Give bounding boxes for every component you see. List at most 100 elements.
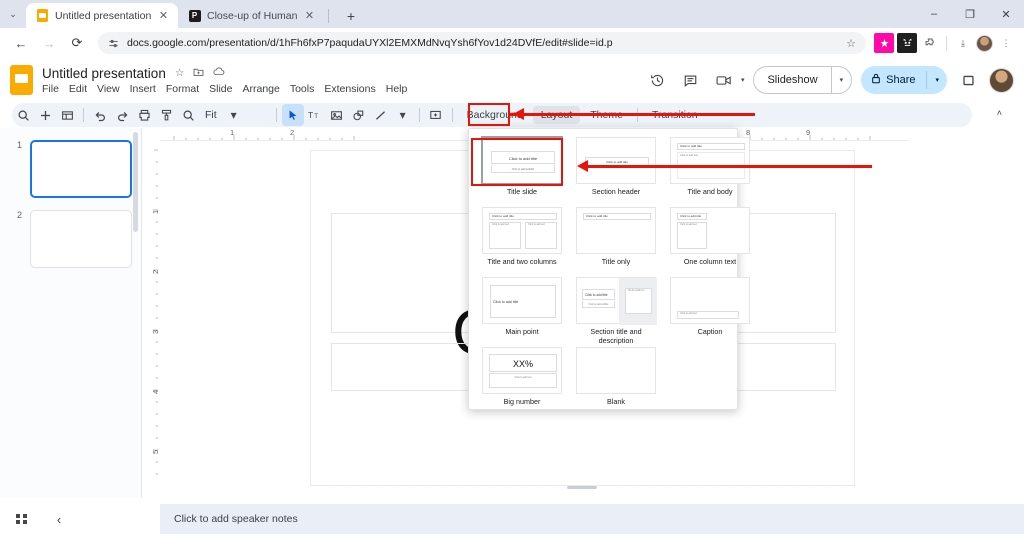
menu-arrange[interactable]: Arrange [242,83,279,95]
select-cursor-icon[interactable] [282,104,304,126]
grid-view-icon[interactable] [16,514,34,524]
menu-help[interactable]: Help [386,83,408,95]
menu-tools[interactable]: Tools [290,83,315,95]
extensions-area: ⤓ ⋮ [874,33,1016,53]
shape-icon[interactable] [348,104,370,126]
close-window-button[interactable]: ✕ [988,0,1024,28]
layout-thumbnail[interactable]: Click to add title [576,207,656,254]
text-box-icon[interactable]: TT [304,104,326,126]
toolbar-divider [419,108,420,122]
document-title[interactable]: Untitled presentation [42,66,166,81]
layout-option-one-column-text[interactable]: Click to add title Click to add text One… [667,207,753,275]
collapse-filmstrip-icon[interactable]: ‹ [50,512,68,527]
slideshow-caret-icon[interactable]: ▾ [832,76,852,84]
extension-pink-icon[interactable] [874,33,894,53]
chrome-menu-icon[interactable]: ⋮ [996,33,1016,53]
cloud-saved-icon [213,67,225,79]
menu-edit[interactable]: Edit [69,83,87,95]
menu-format[interactable]: Format [166,83,199,95]
layout-thumbnail[interactable]: Click to add text [670,277,750,324]
redo-icon[interactable] [111,104,133,126]
tab-title: Untitled presentation - Google [55,10,151,22]
layout-thumbnail[interactable]: Click to add title [482,277,562,324]
line-caret-icon[interactable]: ▾ [392,104,414,126]
slides-app-header: Untitled presentation ☆ File Edit View I [0,58,1024,102]
zoom-level-value[interactable]: Fit [199,104,223,126]
new-tab-button[interactable]: + [339,4,363,28]
layout-thumbnail[interactable]: Click to add title Click to add text [670,137,750,184]
close-icon[interactable]: ✕ [303,9,316,22]
share-button[interactable]: Share ▾ [861,66,947,94]
account-avatar[interactable] [989,68,1014,93]
filmstrip-slide-2[interactable]: 2 [8,210,132,268]
layout-option-title-only[interactable]: Click to add title Title only [573,207,659,275]
omnibox[interactable]: docs.google.com/presentation/d/1hFh6fxP7… [98,32,866,54]
layout-option-caption[interactable]: Click to add text Caption [667,277,753,345]
layout-option-main-point[interactable]: Click to add title Main point [479,277,565,345]
collapse-toolbar-icon[interactable]: ˄ [997,108,1002,118]
layout-thumbnail[interactable]: XX% Click to add text [482,347,562,394]
share-caret-icon[interactable]: ▾ [927,76,947,84]
header-actions: ▾ Slideshow ▾ Share ▾ [646,66,1014,94]
layout-option-title-and-two-columns[interactable]: Click to add title Click to add text Cli… [479,207,565,275]
tab-divider [328,9,329,23]
speaker-notes-field[interactable]: Click to add speaker notes [160,504,1024,534]
zoom-tool-icon[interactable] [177,104,199,126]
layout-thumbnail[interactable] [576,347,656,394]
extension-dark-icon[interactable] [897,33,917,53]
move-to-folder-icon[interactable] [193,67,204,80]
version-history-icon[interactable] [646,68,670,92]
present-mode-icon[interactable] [956,68,980,92]
zoom-caret-icon[interactable]: ▾ [223,104,245,126]
google-meet-icon[interactable] [712,68,736,92]
menu-extensions[interactable]: Extensions [324,83,375,95]
reload-icon[interactable]: ⟳ [64,30,90,56]
slide-filmstrip: 1 2 [0,128,142,498]
bookmark-star-icon[interactable]: ☆ [846,37,856,50]
layout-option-title-slide[interactable]: Click to add title Click to add subtitle… [479,137,565,205]
site-settings-icon[interactable] [108,38,119,49]
notes-resize-handle[interactable] [567,486,597,489]
layout-thumbnail[interactable]: Click to add title [576,137,656,184]
insert-image-icon[interactable] [326,104,348,126]
slide-thumbnail[interactable] [30,140,132,198]
layout-option-title-and-body[interactable]: Click to add title Click to add text Tit… [667,137,753,205]
menu-view[interactable]: View [97,83,120,95]
new-slide-icon[interactable] [34,104,56,126]
browser-tab-pexels[interactable]: P Close-up of Human Hand - Free ✕ [178,3,324,28]
layout-option-blank[interactable]: Blank [573,347,659,415]
menu-slide[interactable]: Slide [209,83,232,95]
layout-thumbnail[interactable]: Click to add title Click to add subtitle… [576,277,656,324]
filmstrip-slide-1[interactable]: 1 [8,140,132,198]
add-comment-icon[interactable] [425,104,447,126]
forward-icon[interactable]: → [36,30,62,56]
paint-format-icon[interactable] [155,104,177,126]
download-icon[interactable]: ⤓ [953,33,973,53]
print-icon[interactable] [133,104,155,126]
back-icon[interactable]: ← [8,30,34,56]
layout-option-section-title-and-description[interactable]: Click to add title Click to add subtitle… [573,277,659,345]
profile-avatar[interactable] [976,35,993,52]
maximize-button[interactable]: ❐ [952,0,988,28]
comment-icon[interactable] [679,68,703,92]
tab-search-icon[interactable]: ⌄ [0,0,26,28]
slideshow-button[interactable]: Slideshow ▾ [753,66,852,94]
meet-caret-icon[interactable]: ▾ [741,76,745,84]
layout-thumbnail[interactable]: Click to add title Click to add text [670,207,750,254]
star-icon[interactable]: ☆ [175,67,184,79]
layout-thumbnail[interactable]: Click to add title Click to add subtitle [482,137,562,184]
line-icon[interactable] [370,104,392,126]
minimize-button[interactable]: – [916,0,952,28]
layout-option-big-number[interactable]: XX% Click to add text Big number [479,347,565,415]
menu-insert[interactable]: Insert [130,83,156,95]
close-icon[interactable]: ✕ [157,9,170,22]
filmstrip-scrollbar[interactable] [133,132,138,232]
extensions-puzzle-icon[interactable] [920,33,940,53]
undo-icon[interactable] [89,104,111,126]
layout-grid-icon[interactable] [56,104,78,126]
layout-thumbnail[interactable]: Click to add title Click to add text Cli… [482,207,562,254]
slide-thumbnail[interactable] [30,210,132,268]
menu-file[interactable]: File [42,83,59,95]
browser-tab-slides[interactable]: Untitled presentation - Google ✕ [26,3,178,28]
search-icon[interactable] [12,104,34,126]
